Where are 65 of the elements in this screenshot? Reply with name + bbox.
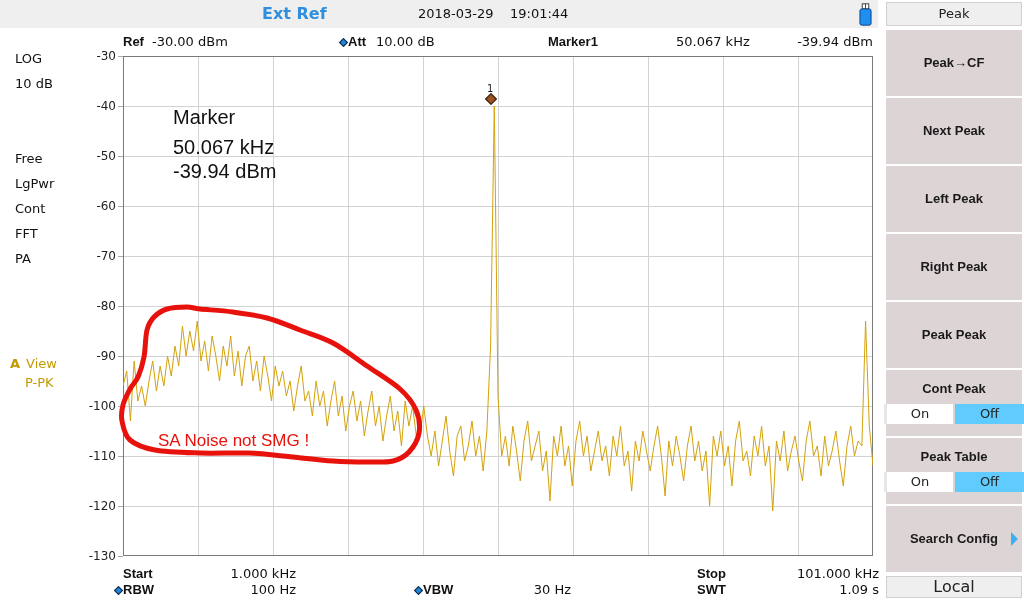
y-axis-label: -110 <box>88 448 116 464</box>
toggle-option[interactable]: Off <box>955 472 1024 492</box>
softkey[interactable]: Peak→CF <box>886 30 1022 96</box>
parameter-label: RBW <box>123 582 155 598</box>
ref-value: -30.00 dBm <box>151 33 228 52</box>
trace-mode: View <box>26 355 57 373</box>
marker-readout-title: Marker <box>173 105 237 129</box>
y-axis-label: -80 <box>96 298 116 314</box>
softkey[interactable]: Next Peak <box>886 98 1022 164</box>
parameter-value: 1.09 s <box>839 582 879 598</box>
local-status: Local <box>886 576 1022 598</box>
parameter-value: 30 Hz <box>533 582 571 598</box>
y-axis-label: -120 <box>88 498 116 514</box>
y-axis-label: -50 <box>96 148 116 164</box>
marker-readout-frequency: 50.067 kHz <box>173 135 276 159</box>
marker-frequency: 50.067 kHz <box>676 33 750 52</box>
parameter-value: 101.000 kHz <box>796 566 879 582</box>
annotation-text: SA Noise not SMG ! <box>158 431 310 451</box>
ref-label: Ref <box>123 33 144 52</box>
y-axis-label: -130 <box>88 548 116 564</box>
time-text: 19:01:44 <box>510 5 569 24</box>
softkey[interactable]: Left Peak <box>886 166 1022 232</box>
sweep-setting: FFT <box>15 225 39 243</box>
marker-label: Marker1 <box>548 33 599 52</box>
scale-setting: 10 dB <box>15 75 54 93</box>
marker-number: 1 <box>487 83 494 94</box>
softkey[interactable]: Peak Peak <box>886 302 1022 368</box>
reference-status: Ext Ref <box>262 3 328 25</box>
parameter-value: 1.000 kHz <box>230 566 296 582</box>
y-axis-label: -60 <box>96 198 116 214</box>
y-axis-label: -30 <box>96 48 116 64</box>
parameter-label: Start <box>123 566 153 582</box>
toggle-label: Cont Peak <box>921 380 987 397</box>
toggle-option[interactable]: On <box>887 404 953 424</box>
toggle-label: Peak Table <box>919 448 989 465</box>
softkey[interactable]: Search Config <box>886 506 1022 572</box>
parameter-label: Stop <box>697 566 726 582</box>
sweep-setting: PA <box>15 250 32 268</box>
sweep-setting: Free <box>15 150 44 168</box>
marker-level: -39.94 dBm <box>797 33 873 52</box>
toggle-option[interactable]: On <box>887 472 953 492</box>
toggle-option[interactable]: Off <box>955 404 1024 424</box>
usb-drive-icon <box>859 2 872 26</box>
caret-icon <box>1011 532 1018 546</box>
marker-readout-level: -39.94 dBm <box>173 159 277 183</box>
toggle-softkey[interactable]: Cont Peak On Off <box>886 370 1022 436</box>
parameter-label: SWT <box>697 582 726 598</box>
trace-name: A <box>10 355 21 373</box>
date-text: 2018-03-29 <box>418 5 495 24</box>
parameter-label: VBW <box>423 582 454 598</box>
y-axis-label: -90 <box>96 348 116 364</box>
detector-label: P-PK <box>24 374 55 392</box>
toggle-softkey[interactable]: Peak Table On Off <box>886 438 1022 504</box>
att-value: 10.00 dB <box>376 33 435 52</box>
menu-title: Peak <box>886 2 1022 26</box>
scale-setting: LOG <box>15 50 44 68</box>
softkey[interactable]: Right Peak <box>886 234 1022 300</box>
sweep-setting: LgPwr <box>15 175 56 193</box>
y-axis-label: -40 <box>96 98 116 114</box>
parameter-value: 100 Hz <box>250 582 296 598</box>
att-label: Att <box>348 33 367 52</box>
y-axis-label: -100 <box>88 398 116 414</box>
marker-diamond-icon <box>485 93 497 105</box>
y-axis-label: -70 <box>96 248 116 264</box>
sweep-setting: Cont <box>15 200 47 218</box>
